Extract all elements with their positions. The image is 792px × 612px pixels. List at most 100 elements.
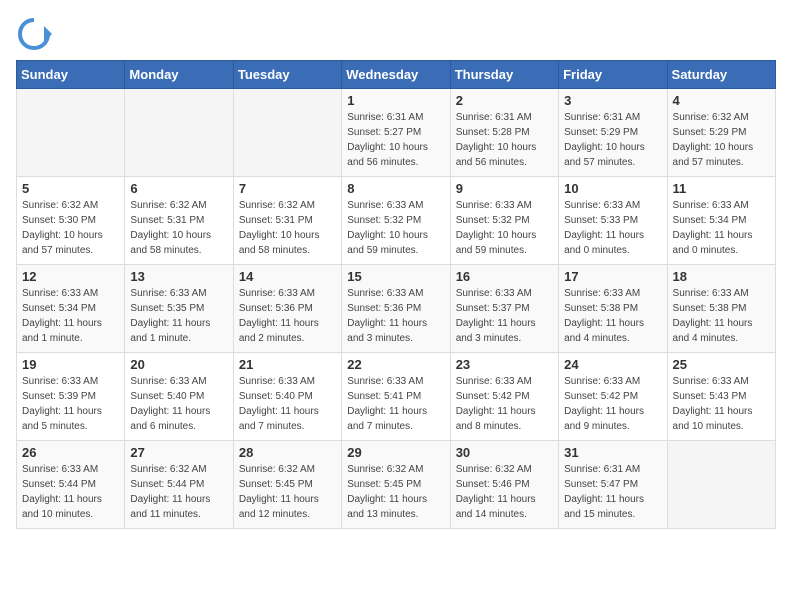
day-info: Sunrise: 6:32 AM Sunset: 5:31 PM Dayligh…	[130, 198, 227, 258]
calendar-cell: 8 Sunrise: 6:33 AM Sunset: 5:32 PM Daylig…	[342, 177, 450, 265]
calendar-cell: 15 Sunrise: 6:33 AM Sunset: 5:36 PM Dayli…	[342, 265, 450, 353]
calendar-header-row: SundayMondayTuesdayWednesdayThursdayFrid…	[17, 61, 776, 89]
header-sunday: Sunday	[17, 61, 125, 89]
day-number: 12	[22, 269, 119, 284]
day-number: 8	[347, 181, 444, 196]
calendar-cell: 11 Sunrise: 6:33 AM Sunset: 5:34 PM Dayli…	[667, 177, 775, 265]
calendar-cell: 10Sunrise: 6:33 AM Sunset: 5:33 PM Dayli…	[559, 177, 667, 265]
day-info: Sunrise: 6:32 AM Sunset: 5:30 PM Dayligh…	[22, 198, 119, 258]
day-number: 18	[673, 269, 770, 284]
calendar-cell: 27 Sunrise: 6:32 AM Sunset: 5:44 PM Dayli…	[125, 441, 233, 529]
day-number: 24	[564, 357, 661, 372]
header-thursday: Thursday	[450, 61, 558, 89]
day-info: Sunrise: 6:31 AM Sunset: 5:28 PM Dayligh…	[456, 110, 553, 170]
calendar-cell: 9 Sunrise: 6:33 AM Sunset: 5:32 PM Daylig…	[450, 177, 558, 265]
calendar-cell: 14 Sunrise: 6:33 AM Sunset: 5:36 PM Dayli…	[233, 265, 341, 353]
day-info: Sunrise: 6:33 AM Sunset: 5:43 PM Dayligh…	[673, 374, 770, 434]
day-info: Sunrise: 6:33 AM Sunset: 5:36 PM Dayligh…	[239, 286, 336, 346]
day-number: 3	[564, 93, 661, 108]
calendar-cell: 1Sunrise: 6:31 AM Sunset: 5:27 PM Daylig…	[342, 89, 450, 177]
calendar-cell: 6 Sunrise: 6:32 AM Sunset: 5:31 PM Daylig…	[125, 177, 233, 265]
day-info: Sunrise: 6:33 AM Sunset: 5:40 PM Dayligh…	[239, 374, 336, 434]
calendar-cell: 4 Sunrise: 6:32 AM Sunset: 5:29 PM Daylig…	[667, 89, 775, 177]
calendar-week-1: 1Sunrise: 6:31 AM Sunset: 5:27 PM Daylig…	[17, 89, 776, 177]
calendar-cell: 7 Sunrise: 6:32 AM Sunset: 5:31 PM Daylig…	[233, 177, 341, 265]
logo-icon	[16, 16, 52, 52]
calendar-week-2: 5 Sunrise: 6:32 AM Sunset: 5:30 PM Daylig…	[17, 177, 776, 265]
calendar-cell: 3Sunrise: 6:31 AM Sunset: 5:29 PM Daylig…	[559, 89, 667, 177]
calendar-week-5: 26 Sunrise: 6:33 AM Sunset: 5:44 PM Dayli…	[17, 441, 776, 529]
calendar-cell	[233, 89, 341, 177]
day-info: Sunrise: 6:33 AM Sunset: 5:40 PM Dayligh…	[130, 374, 227, 434]
calendar-cell: 13Sunrise: 6:33 AM Sunset: 5:35 PM Dayli…	[125, 265, 233, 353]
day-info: Sunrise: 6:33 AM Sunset: 5:33 PM Dayligh…	[564, 198, 661, 258]
header-saturday: Saturday	[667, 61, 775, 89]
day-info: Sunrise: 6:33 AM Sunset: 5:37 PM Dayligh…	[456, 286, 553, 346]
day-number: 5	[22, 181, 119, 196]
calendar-cell	[17, 89, 125, 177]
calendar-cell: 5 Sunrise: 6:32 AM Sunset: 5:30 PM Daylig…	[17, 177, 125, 265]
day-info: Sunrise: 6:32 AM Sunset: 5:29 PM Dayligh…	[673, 110, 770, 170]
day-number: 30	[456, 445, 553, 460]
day-info: Sunrise: 6:33 AM Sunset: 5:39 PM Dayligh…	[22, 374, 119, 434]
day-number: 17	[564, 269, 661, 284]
calendar-cell: 16Sunrise: 6:33 AM Sunset: 5:37 PM Dayli…	[450, 265, 558, 353]
day-info: Sunrise: 6:33 AM Sunset: 5:38 PM Dayligh…	[564, 286, 661, 346]
day-number: 29	[347, 445, 444, 460]
day-number: 27	[130, 445, 227, 460]
calendar-cell: 20 Sunrise: 6:33 AM Sunset: 5:40 PM Dayli…	[125, 353, 233, 441]
day-number: 26	[22, 445, 119, 460]
day-number: 9	[456, 181, 553, 196]
header-friday: Friday	[559, 61, 667, 89]
calendar-cell: 21 Sunrise: 6:33 AM Sunset: 5:40 PM Dayli…	[233, 353, 341, 441]
day-info: Sunrise: 6:32 AM Sunset: 5:44 PM Dayligh…	[130, 462, 227, 522]
day-number: 11	[673, 181, 770, 196]
day-info: Sunrise: 6:32 AM Sunset: 5:31 PM Dayligh…	[239, 198, 336, 258]
day-info: Sunrise: 6:33 AM Sunset: 5:34 PM Dayligh…	[673, 198, 770, 258]
calendar-cell: 25 Sunrise: 6:33 AM Sunset: 5:43 PM Dayli…	[667, 353, 775, 441]
header-tuesday: Tuesday	[233, 61, 341, 89]
calendar-cell	[667, 441, 775, 529]
day-info: Sunrise: 6:33 AM Sunset: 5:42 PM Dayligh…	[456, 374, 553, 434]
day-number: 7	[239, 181, 336, 196]
calendar-cell: 30 Sunrise: 6:32 AM Sunset: 5:46 PM Dayli…	[450, 441, 558, 529]
day-info: Sunrise: 6:33 AM Sunset: 5:32 PM Dayligh…	[456, 198, 553, 258]
day-info: Sunrise: 6:33 AM Sunset: 5:42 PM Dayligh…	[564, 374, 661, 434]
day-number: 14	[239, 269, 336, 284]
page-header	[16, 16, 776, 52]
calendar-week-4: 19 Sunrise: 6:33 AM Sunset: 5:39 PM Dayli…	[17, 353, 776, 441]
day-number: 6	[130, 181, 227, 196]
day-info: Sunrise: 6:33 AM Sunset: 5:36 PM Dayligh…	[347, 286, 444, 346]
calendar-cell: 28 Sunrise: 6:32 AM Sunset: 5:45 PM Dayli…	[233, 441, 341, 529]
day-number: 19	[22, 357, 119, 372]
day-info: Sunrise: 6:32 AM Sunset: 5:46 PM Dayligh…	[456, 462, 553, 522]
day-info: Sunrise: 6:33 AM Sunset: 5:44 PM Dayligh…	[22, 462, 119, 522]
day-number: 20	[130, 357, 227, 372]
day-info: Sunrise: 6:33 AM Sunset: 5:41 PM Dayligh…	[347, 374, 444, 434]
day-number: 25	[673, 357, 770, 372]
header-monday: Monday	[125, 61, 233, 89]
day-number: 31	[564, 445, 661, 460]
day-info: Sunrise: 6:33 AM Sunset: 5:38 PM Dayligh…	[673, 286, 770, 346]
calendar-cell: 19 Sunrise: 6:33 AM Sunset: 5:39 PM Dayli…	[17, 353, 125, 441]
day-number: 4	[673, 93, 770, 108]
day-number: 15	[347, 269, 444, 284]
calendar-cell: 17 Sunrise: 6:33 AM Sunset: 5:38 PM Dayli…	[559, 265, 667, 353]
day-info: Sunrise: 6:32 AM Sunset: 5:45 PM Dayligh…	[239, 462, 336, 522]
day-info: Sunrise: 6:33 AM Sunset: 5:32 PM Dayligh…	[347, 198, 444, 258]
logo	[16, 16, 56, 52]
calendar-cell: 12 Sunrise: 6:33 AM Sunset: 5:34 PM Dayli…	[17, 265, 125, 353]
calendar-cell: 26 Sunrise: 6:33 AM Sunset: 5:44 PM Dayli…	[17, 441, 125, 529]
calendar-cell: 23 Sunrise: 6:33 AM Sunset: 5:42 PM Dayli…	[450, 353, 558, 441]
day-number: 2	[456, 93, 553, 108]
day-number: 23	[456, 357, 553, 372]
day-number: 13	[130, 269, 227, 284]
calendar-table: SundayMondayTuesdayWednesdayThursdayFrid…	[16, 60, 776, 529]
day-number: 21	[239, 357, 336, 372]
calendar-cell: 31Sunrise: 6:31 AM Sunset: 5:47 PM Dayli…	[559, 441, 667, 529]
calendar-cell: 24 Sunrise: 6:33 AM Sunset: 5:42 PM Dayli…	[559, 353, 667, 441]
day-number: 28	[239, 445, 336, 460]
day-info: Sunrise: 6:32 AM Sunset: 5:45 PM Dayligh…	[347, 462, 444, 522]
day-info: Sunrise: 6:33 AM Sunset: 5:34 PM Dayligh…	[22, 286, 119, 346]
calendar-cell	[125, 89, 233, 177]
